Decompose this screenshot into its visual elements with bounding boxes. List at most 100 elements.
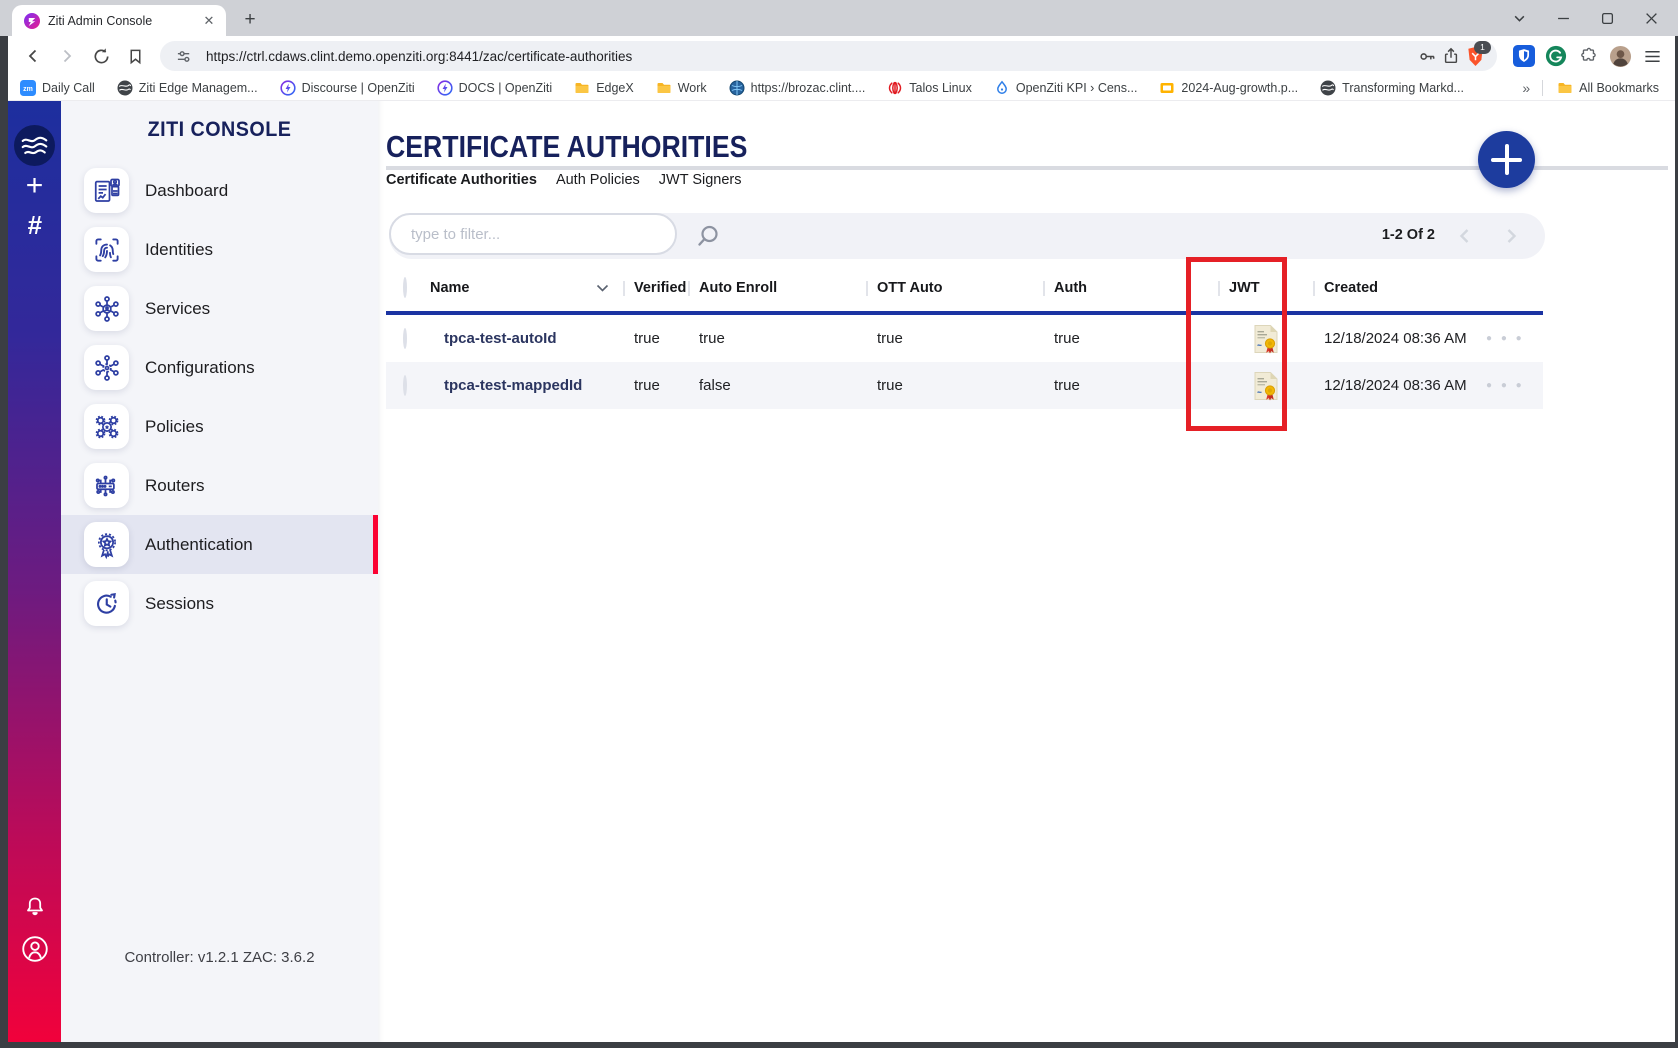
search-icon[interactable] bbox=[695, 223, 721, 249]
avatar[interactable] bbox=[1607, 43, 1633, 69]
new-tab-button[interactable]: + bbox=[238, 8, 262, 32]
bookmark-item[interactable]: OpenZiti KPI › Cens... bbox=[994, 80, 1138, 96]
bookmark-label: Ziti Edge Managem... bbox=[139, 81, 258, 95]
bookmark-label: Talos Linux bbox=[909, 81, 972, 95]
sidebar-menu: Dashboard IdentitiesServicesConfiguration… bbox=[61, 161, 378, 633]
brave-shield-icon[interactable]: 1 bbox=[1463, 44, 1487, 68]
column-header-name[interactable]: Name bbox=[430, 280, 623, 296]
bookmark-item[interactable]: Discourse | OpenZiti bbox=[280, 80, 415, 96]
tab-close-icon[interactable]: ✕ bbox=[200, 12, 218, 30]
ziti-logo-icon[interactable] bbox=[14, 125, 55, 166]
sidebar-item-routers[interactable]: Routers bbox=[61, 456, 378, 515]
dark-globe-icon bbox=[117, 80, 133, 96]
column-header-auto_enroll[interactable]: Auto Enroll bbox=[688, 280, 866, 296]
puzzle-icon[interactable] bbox=[1575, 43, 1601, 69]
table-row[interactable]: tpca-test-autoIdtruetruetruetrue12/18/20… bbox=[386, 315, 1543, 362]
bookmark-item[interactable]: zmDaily Call bbox=[20, 80, 95, 96]
reload-icon[interactable] bbox=[88, 43, 114, 69]
bookmark-item[interactable]: Talos Linux bbox=[887, 80, 972, 96]
bookmark-item[interactable]: Ziti Edge Managem... bbox=[117, 80, 258, 96]
bookmark-item[interactable]: EdgeX bbox=[574, 80, 634, 96]
rail-add-button[interactable]: + bbox=[8, 169, 61, 203]
slides-icon bbox=[1159, 80, 1175, 96]
routers-icon bbox=[84, 463, 129, 508]
policies-icon bbox=[84, 404, 129, 449]
menu-icon[interactable] bbox=[1639, 43, 1665, 69]
jwt-column-highlight bbox=[1186, 257, 1287, 431]
bookmark-label: Discourse | OpenZiti bbox=[302, 81, 415, 95]
sidebar-item-authentication[interactable]: Authentication bbox=[61, 515, 378, 574]
key-icon[interactable] bbox=[1415, 44, 1439, 68]
cell-auto-enroll: true bbox=[688, 330, 866, 347]
sort-chevron-icon[interactable] bbox=[596, 284, 609, 293]
filter-input[interactable] bbox=[389, 213, 677, 255]
services-icon bbox=[84, 286, 129, 331]
bookmarks-bar: zmDaily Call Ziti Edge Managem... Discours… bbox=[8, 76, 1675, 101]
bookmark-item[interactable]: 2024-Aug-growth.p... bbox=[1159, 80, 1298, 96]
row-checkbox[interactable] bbox=[386, 330, 430, 348]
column-header-ott_auto[interactable]: OTT Auto bbox=[866, 280, 1043, 296]
back-icon[interactable] bbox=[20, 43, 46, 69]
sidebar-item-label: Dashboard bbox=[145, 181, 228, 201]
sidebar-item-identities[interactable]: Identities bbox=[61, 220, 378, 279]
sidebar-item-sessions[interactable]: Sessions bbox=[61, 574, 378, 633]
bookmark-item[interactable]: https://brozac.clint.... bbox=[729, 80, 866, 96]
sidebar-item-label: Policies bbox=[145, 417, 204, 437]
maximize-icon[interactable] bbox=[1598, 9, 1616, 27]
sidebar: ZITI CONSOLE DashboardIdentitiesServices… bbox=[61, 101, 378, 1042]
close-window-icon[interactable] bbox=[1642, 9, 1660, 27]
rail-hash-button[interactable]: # bbox=[8, 209, 61, 241]
bookmark-icon[interactable] bbox=[122, 43, 148, 69]
url-text[interactable]: https://ctrl.cdaws.clint.demo.openziti.o… bbox=[206, 49, 1415, 64]
table-row[interactable]: tpca-test-mappedIdtruefalsetruetrue12/18… bbox=[386, 362, 1543, 409]
bookmark-item[interactable]: Work bbox=[656, 80, 707, 96]
cell-ott-auto: true bbox=[866, 330, 1043, 347]
column-header-verified[interactable]: Verified bbox=[623, 280, 688, 296]
svg-text:zm: zm bbox=[23, 86, 33, 93]
bell-icon[interactable] bbox=[23, 894, 47, 918]
bookmark-item[interactable]: Transforming Markd... bbox=[1320, 80, 1464, 96]
chevron-right-icon[interactable] bbox=[1499, 224, 1523, 248]
bookmarks-overflow-chevron[interactable]: » bbox=[1522, 80, 1528, 96]
chevron-left-icon[interactable] bbox=[1453, 224, 1477, 248]
browser-tab[interactable]: Ziti Admin Console ✕ bbox=[12, 5, 226, 36]
row-menu-dots[interactable]: ● ● ● bbox=[1486, 333, 1543, 344]
grammarly-icon[interactable] bbox=[1543, 43, 1569, 69]
sidebar-item-services[interactable]: Services bbox=[61, 279, 378, 338]
select-all-checkbox[interactable] bbox=[386, 279, 430, 297]
row-checkbox[interactable] bbox=[386, 377, 430, 395]
sidebar-item-dashboard[interactable]: Dashboard bbox=[61, 161, 378, 220]
title-divider bbox=[386, 166, 1668, 170]
tab-jwt-signers[interactable]: JWT Signers bbox=[659, 172, 742, 188]
row-menu-dots[interactable]: ● ● ● bbox=[1486, 380, 1543, 391]
tab-certificate-authorities[interactable]: Certificate Authorities bbox=[386, 172, 537, 188]
profile-icon[interactable] bbox=[21, 935, 49, 963]
column-header-created[interactable]: Created bbox=[1313, 280, 1486, 296]
bookmarks-divider bbox=[1542, 80, 1543, 96]
cell-name[interactable]: tpca-test-mappedId bbox=[430, 377, 623, 394]
sidebar-item-configurations[interactable]: Configurations bbox=[61, 338, 378, 397]
share-icon[interactable] bbox=[1439, 44, 1463, 68]
tab-search-chevron-icon[interactable] bbox=[1510, 9, 1528, 27]
minimize-icon[interactable] bbox=[1554, 9, 1572, 27]
bookmark-item[interactable]: DOCS | OpenZiti bbox=[437, 80, 553, 96]
bookmark-label: Work bbox=[678, 81, 707, 95]
add-certificate-authority-button[interactable] bbox=[1478, 131, 1535, 188]
bookmark-label: DOCS | OpenZiti bbox=[459, 81, 553, 95]
forward-icon[interactable] bbox=[54, 43, 80, 69]
sidebar-item-policies[interactable]: Policies bbox=[61, 397, 378, 456]
all-bookmarks-button[interactable]: All Bookmarks bbox=[1557, 80, 1659, 96]
identities-icon bbox=[84, 227, 129, 272]
cell-name[interactable]: tpca-test-autoId bbox=[430, 330, 623, 347]
omnibox[interactable]: https://ctrl.cdaws.clint.demo.openziti.o… bbox=[160, 41, 1497, 71]
bookmark-label: EdgeX bbox=[596, 81, 634, 95]
bitwarden-icon[interactable] bbox=[1511, 43, 1537, 69]
folder-icon bbox=[656, 80, 672, 96]
zoom-icon: zm bbox=[20, 80, 36, 96]
browser-tab-strip: Ziti Admin Console ✕ + bbox=[0, 0, 1678, 36]
main-panel: CERTIFICATE AUTHORITIES Certificate Auth… bbox=[378, 101, 1675, 1042]
left-rail: + # bbox=[8, 101, 61, 1042]
tab-auth-policies[interactable]: Auth Policies bbox=[556, 172, 640, 188]
dashboard-icon bbox=[84, 168, 129, 213]
tune-icon[interactable] bbox=[172, 44, 196, 68]
